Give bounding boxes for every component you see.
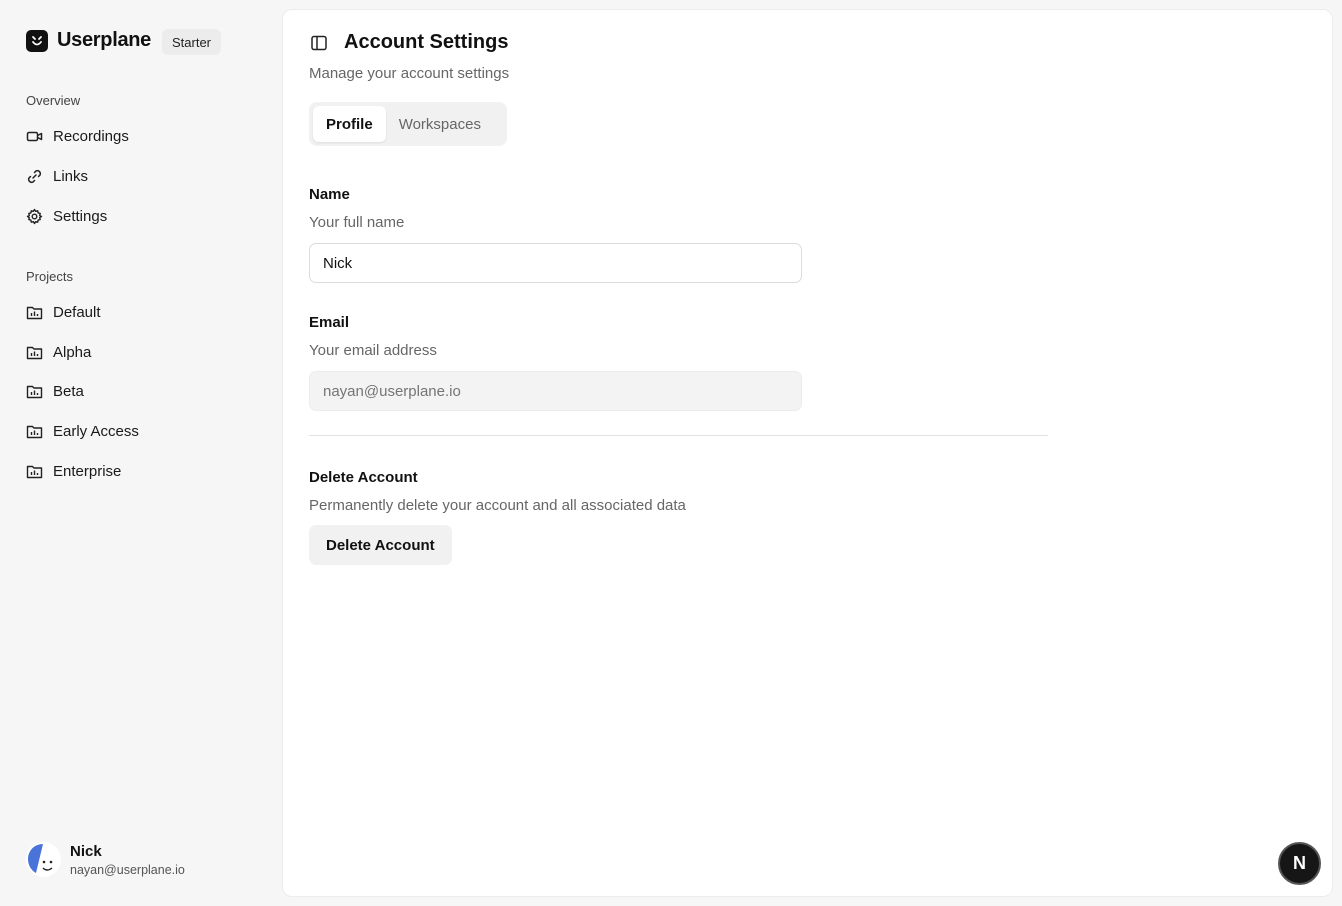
sidebar-item-label: Enterprise <box>53 462 122 480</box>
settings-tabs: Profile Workspaces <box>309 102 507 146</box>
video-camera-icon <box>26 128 43 145</box>
sidebar: Userplane Starter Overview Recordings Li… <box>0 0 282 906</box>
tab-workspaces[interactable]: Workspaces <box>386 106 494 142</box>
main-panel: Account Settings Manage your account set… <box>282 9 1333 897</box>
gear-icon <box>26 208 43 225</box>
folder-chart-icon <box>26 383 43 400</box>
email-field-label: Email <box>309 314 350 331</box>
user-email: nayan@userplane.io <box>70 862 185 877</box>
user-profile[interactable]: Nick nayan@userplane.io <box>26 842 185 877</box>
sidebar-item-label: Default <box>53 303 101 321</box>
sidebar-toggle-icon[interactable] <box>310 34 328 52</box>
sidebar-item-label: Beta <box>53 382 84 400</box>
sidebar-item-project-enterprise[interactable]: Enterprise <box>26 459 121 483</box>
sidebar-item-links[interactable]: Links <box>26 164 88 188</box>
tab-profile[interactable]: Profile <box>313 106 386 142</box>
page-subtitle: Manage your account settings <box>309 65 510 82</box>
link-icon <box>26 168 43 185</box>
name-field-description: Your full name <box>309 214 405 231</box>
plan-badge: Starter <box>162 29 222 55</box>
sidebar-item-label: Alpha <box>53 343 92 361</box>
sidebar-item-project-default[interactable]: Default <box>26 300 101 324</box>
sidebar-item-label: Settings <box>53 207 108 225</box>
name-input[interactable] <box>309 243 802 283</box>
sidebar-item-label: Links <box>53 167 89 185</box>
brand-name: Userplane <box>57 29 152 51</box>
sidebar-item-label: Recordings <box>53 127 129 145</box>
folder-chart-icon <box>26 463 43 480</box>
userplane-logo-icon <box>26 29 48 52</box>
sidebar-item-settings[interactable]: Settings <box>26 204 107 228</box>
folder-chart-icon <box>26 423 43 440</box>
overview-section-label: Overview <box>26 93 81 108</box>
sidebar-item-project-early-access[interactable]: Early Access <box>26 419 139 443</box>
name-field-label: Name <box>309 186 350 203</box>
projects-section-label: Projects <box>26 269 73 284</box>
email-input[interactable] <box>309 371 802 411</box>
delete-account-description: Permanently delete your account and all … <box>309 497 686 514</box>
sidebar-item-project-beta[interactable]: Beta <box>26 379 84 403</box>
email-field-description: Your email address <box>309 342 437 359</box>
sidebar-item-label: Early Access <box>53 422 139 440</box>
page-title: Account Settings <box>344 31 509 53</box>
avatar <box>26 842 61 877</box>
folder-chart-icon <box>26 304 43 321</box>
delete-account-button[interactable]: Delete Account <box>309 525 452 565</box>
user-name: Nick <box>70 842 102 860</box>
divider <box>309 435 1048 436</box>
brand[interactable]: Userplane <box>26 29 151 52</box>
folder-chart-icon <box>26 344 43 361</box>
delete-account-title: Delete Account <box>309 469 418 486</box>
sidebar-item-project-alpha[interactable]: Alpha <box>26 340 91 364</box>
next-dev-indicator-button[interactable]: N <box>1278 842 1321 885</box>
sidebar-item-recordings[interactable]: Recordings <box>26 124 129 148</box>
